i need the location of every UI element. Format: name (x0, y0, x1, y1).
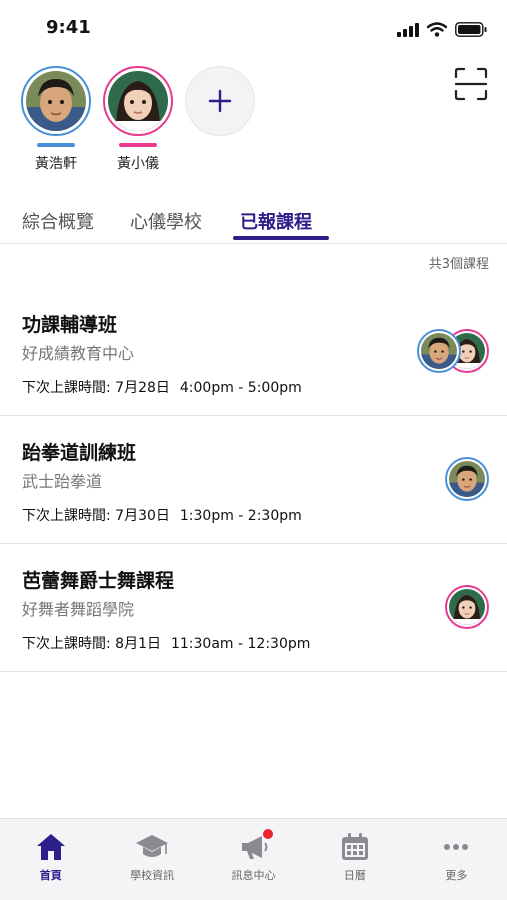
add-child[interactable] (184, 66, 256, 173)
active-tab-indicator (233, 236, 329, 240)
course-next-time: 下次上課時間: 7月28日 4:00pm - 5:00pm (22, 377, 302, 397)
avatar[interactable] (103, 66, 173, 136)
child-photo (26, 71, 86, 131)
child-color-bar (119, 143, 157, 147)
notification-badge (262, 829, 273, 839)
course-title: 功課輔導班 (22, 314, 118, 336)
nav-message-center[interactable]: 訊息中心 (203, 819, 304, 900)
course-provider: 好成績教育中心 (22, 344, 135, 363)
course-children (445, 585, 489, 629)
course-children (417, 329, 489, 373)
child-avatar-1[interactable]: 黃浩軒 (20, 66, 92, 173)
course-card-1[interactable]: 功課輔導班 好成績教育中心 下次上課時間: 7月28日 4:00pm - 5:00… (0, 288, 507, 416)
next-class-range: 4:00pm - 5:00pm (179, 380, 302, 396)
child-photo (421, 333, 457, 369)
course-children (445, 457, 489, 501)
course-provider: 好舞者舞蹈學院 (22, 600, 135, 619)
signal-icon (397, 22, 419, 37)
avatar[interactable] (21, 66, 91, 136)
course-count: 共3個課程 (428, 257, 489, 272)
more-icon (439, 831, 473, 863)
battery-icon (455, 22, 487, 37)
scan-icon (454, 67, 488, 101)
status-time: 9:41 (46, 17, 91, 38)
graduation-cap-icon (135, 831, 169, 863)
child-avatar-2[interactable]: 黃小儀 (102, 66, 174, 173)
next-class-date: 下次上課時間: 7月30日 (22, 508, 170, 524)
status-bar: 9:41 (0, 0, 507, 56)
add-child-button[interactable] (185, 66, 255, 136)
next-class-date: 下次上課時間: 7月28日 (22, 380, 170, 396)
scan-button[interactable] (453, 66, 489, 102)
course-next-time: 下次上課時間: 8月1日 11:30am - 12:30pm (22, 633, 310, 653)
child-color-bar (37, 143, 75, 147)
nav-home[interactable]: 首頁 (0, 819, 101, 900)
children-selector: 黃浩軒 黃小儀 (20, 66, 256, 173)
calendar-icon (338, 831, 372, 863)
status-icons (397, 22, 487, 37)
next-class-range: 1:30pm - 2:30pm (179, 508, 302, 524)
megaphone-icon (237, 829, 273, 863)
next-class-range: 11:30am - 12:30pm (170, 636, 311, 652)
nav-calendar[interactable]: 日曆 (304, 819, 405, 900)
nav-more[interactable]: 更多 (406, 819, 507, 900)
nav-label: 日曆 (343, 869, 366, 882)
avatar (417, 329, 461, 373)
avatar (445, 585, 489, 629)
course-card-2[interactable]: 跆拳道訓練班 武士跆拳道 下次上課時間: 7月30日 1:30pm - 2:30p… (0, 416, 507, 544)
child-photo (449, 461, 485, 497)
course-title: 跆拳道訓練班 (22, 442, 137, 464)
child-photo (449, 589, 485, 625)
avatar (445, 457, 489, 501)
bottom-nav: 首頁 學校資訊 訊息中心 日曆 更多 (0, 818, 507, 900)
nav-label: 首頁 (39, 869, 62, 882)
course-next-time: 下次上課時間: 7月30日 1:30pm - 2:30pm (22, 505, 302, 525)
nav-label: 訊息中心 (231, 869, 276, 882)
next-class-date: 下次上課時間: 8月1日 (22, 636, 161, 652)
wifi-icon (427, 22, 447, 37)
nav-school-info[interactable]: 學校資訊 (101, 819, 202, 900)
child-photo (108, 71, 168, 131)
nav-label: 學校資訊 (130, 869, 175, 882)
course-title: 芭蕾舞爵士舞課程 (22, 570, 175, 592)
nav-label: 更多 (445, 869, 468, 882)
plus-icon (208, 89, 232, 113)
tab-registered-courses[interactable]: 已報課程 (240, 208, 312, 234)
tab-favourite-schools[interactable]: 心儀學校 (130, 208, 202, 234)
home-icon (34, 831, 68, 863)
course-card-3[interactable]: 芭蕾舞爵士舞課程 好舞者舞蹈學院 下次上課時間: 8月1日 11:30am - 1… (0, 544, 507, 672)
child-name: 黃小儀 (117, 156, 159, 172)
course-provider: 武士跆拳道 (22, 472, 103, 491)
child-name: 黃浩軒 (35, 156, 77, 172)
tab-overview[interactable]: 綜合概覽 (22, 208, 94, 234)
